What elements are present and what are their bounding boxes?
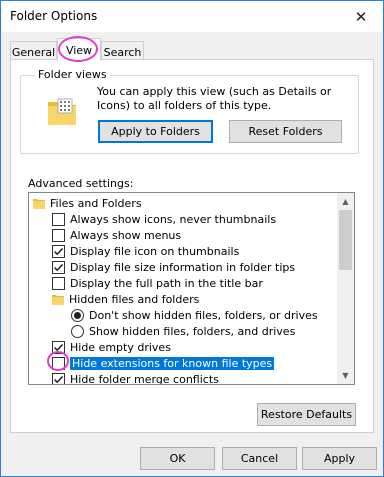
checkmark-icon xyxy=(53,263,64,271)
apply-button[interactable]: Apply xyxy=(302,447,377,470)
tree-item-label: Don't show hidden files, folders, or dri… xyxy=(89,308,318,322)
checkbox[interactable] xyxy=(52,260,65,274)
tree-checkbox-row[interactable]: Always show menus xyxy=(52,227,181,243)
radio-button[interactable] xyxy=(71,308,84,322)
checkbox[interactable] xyxy=(52,340,65,354)
restore-defaults-label: Restore Defaults xyxy=(260,408,353,421)
checkmark-icon xyxy=(53,375,64,383)
tree-item-label: Always show menus xyxy=(70,228,182,242)
apply-label: Apply xyxy=(323,452,356,465)
tree-checkbox-row[interactable]: Always show icons, never thumbnails xyxy=(52,211,276,227)
restore-defaults-button[interactable]: Restore Defaults xyxy=(257,403,356,426)
reset-folders-button[interactable]: Reset Folders xyxy=(229,120,342,143)
folder-views-description: You can apply this view (such as Details… xyxy=(97,85,332,112)
scroll-thumb[interactable] xyxy=(339,210,352,270)
tree-checkbox-row[interactable]: Display file size information in folder … xyxy=(52,259,295,275)
checkbox[interactable] xyxy=(52,244,65,258)
tree-checkbox-row[interactable]: Display file icon on thumbnails xyxy=(52,243,239,259)
tree-checkbox-row[interactable]: Hide empty drives xyxy=(52,339,171,355)
checkbox[interactable] xyxy=(52,372,65,384)
tree-checkbox-row-hide-extensions[interactable]: Hide extensions for known file types xyxy=(52,355,275,371)
folder-icon xyxy=(52,294,64,305)
title-bar: Folder Options ✕ xyxy=(1,1,383,32)
reset-folders-label: Reset Folders xyxy=(248,125,323,138)
advanced-settings-tree[interactable]: Files and Folders Always show icons, nev… xyxy=(28,192,355,385)
tree-item-label: Always show icons, never thumbnails xyxy=(70,212,277,226)
cancel-label: Cancel xyxy=(240,452,279,465)
tree-item-label: Hide empty drives xyxy=(70,340,171,354)
tree-item-label: Hidden files and folders xyxy=(69,292,200,306)
window-title: Folder Options xyxy=(10,9,98,23)
close-icon[interactable]: ✕ xyxy=(339,1,383,32)
tree-checkbox-row[interactable]: Display the full path in the title bar xyxy=(52,275,263,291)
tree-radio-row[interactable]: Don't show hidden files, folders, or dri… xyxy=(71,307,318,323)
scrollbar[interactable]: ▲ ▼ xyxy=(337,193,354,384)
folder-icon xyxy=(33,198,45,209)
tree-item-label: Show hidden files, folders, and drives xyxy=(89,324,296,338)
tree-item-label-selected: Hide extensions for known file types xyxy=(70,356,275,370)
tab-general-label: General xyxy=(11,45,56,59)
tree-checkbox-row[interactable]: Hide folder merge conflicts xyxy=(52,371,219,385)
ok-button[interactable]: OK xyxy=(140,447,215,470)
tab-view[interactable]: View xyxy=(57,38,101,61)
folder-views-label: Folder views xyxy=(35,68,110,81)
tree-item-label: Files and Folders xyxy=(50,196,142,210)
tree-folder-files-and-folders: Files and Folders xyxy=(33,195,142,211)
tab-search-label: Search xyxy=(103,45,142,59)
tree-radio-row[interactable]: Show hidden files, folders, and drives xyxy=(71,323,295,339)
tree-item-label: Hide folder merge conflicts xyxy=(70,372,219,385)
radio-dot xyxy=(74,311,81,319)
checkbox[interactable] xyxy=(52,212,65,226)
cancel-button[interactable]: Cancel xyxy=(222,447,297,470)
folder-options-dialog: Folder Options ✕ General View Search Fol… xyxy=(0,0,384,477)
checkmark-icon xyxy=(53,247,64,255)
checkbox[interactable] xyxy=(52,356,65,370)
apply-to-folders-button[interactable]: Apply to Folders xyxy=(98,120,213,143)
checkbox[interactable] xyxy=(52,228,65,242)
tree-item-label: Display file size information in folder … xyxy=(70,260,296,274)
scroll-down-icon[interactable]: ▼ xyxy=(337,367,354,384)
tree-folder-hidden-files: Hidden files and folders xyxy=(52,291,199,307)
apply-to-folders-label: Apply to Folders xyxy=(111,125,200,138)
ok-label: OK xyxy=(169,452,186,465)
tree-item-label: Display the full path in the title bar xyxy=(70,276,263,290)
tree-item-label: Display file icon on thumbnails xyxy=(70,244,240,258)
checkbox[interactable] xyxy=(52,276,65,290)
tab-view-label: View xyxy=(65,43,93,57)
scroll-up-icon[interactable]: ▲ xyxy=(337,193,354,210)
folder-views-icon xyxy=(48,98,76,125)
advanced-settings-label: Advanced settings: xyxy=(28,177,134,190)
radio-button[interactable] xyxy=(71,324,84,338)
checkmark-icon xyxy=(53,343,64,351)
